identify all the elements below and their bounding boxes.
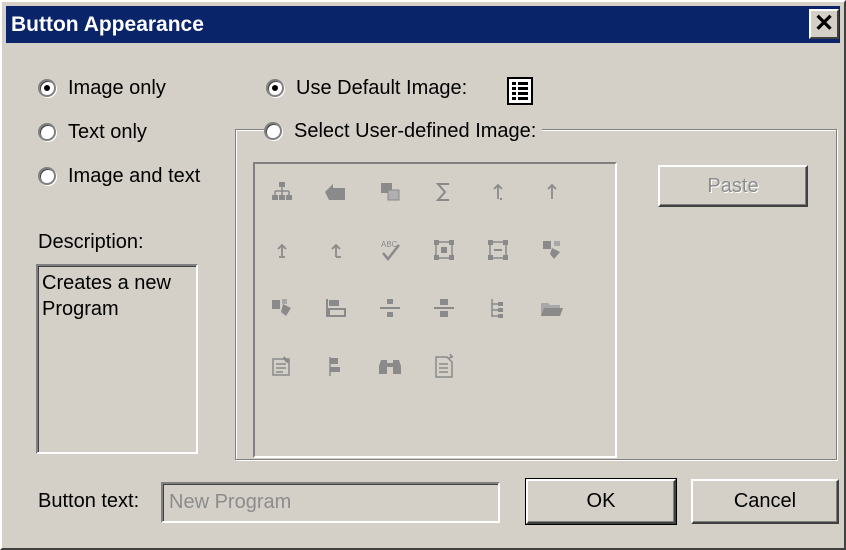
up-arrow-small-icon[interactable] bbox=[480, 174, 516, 210]
radio-label: Text only bbox=[68, 120, 147, 143]
up-arrow-step2-icon[interactable] bbox=[318, 232, 354, 268]
title-bar[interactable]: Button Appearance ✕ bbox=[6, 6, 840, 43]
select-frame-icon[interactable] bbox=[426, 232, 462, 268]
shapes-icon[interactable] bbox=[534, 232, 570, 268]
radio-label: Image and text bbox=[68, 164, 201, 187]
program-list-icon bbox=[507, 77, 533, 105]
open-folder-icon[interactable] bbox=[534, 290, 570, 326]
flags-icon[interactable] bbox=[318, 348, 354, 384]
icon-grid: ABC bbox=[264, 174, 588, 406]
button-appearance-dialog: Button Appearance ✕ Image only Text only… bbox=[0, 0, 846, 550]
cancel-button[interactable]: Cancel bbox=[691, 479, 839, 524]
radio-text-only[interactable]: Text only bbox=[38, 118, 147, 146]
radio-button-icon[interactable] bbox=[38, 79, 56, 97]
radio-label: Select User-defined Image: bbox=[294, 119, 537, 142]
button-text-input[interactable] bbox=[161, 482, 500, 523]
spell-check-icon[interactable]: ABC bbox=[372, 232, 408, 268]
shapes2-icon[interactable] bbox=[264, 290, 300, 326]
sum-icon[interactable] bbox=[426, 174, 462, 210]
close-icon: ✕ bbox=[813, 10, 835, 37]
distribute-vertical-icon[interactable] bbox=[372, 290, 408, 326]
properties-icon[interactable] bbox=[264, 348, 300, 384]
button-text-label: Button text: bbox=[38, 490, 140, 512]
description-label: Description: bbox=[38, 231, 144, 253]
hierarchy-icon[interactable] bbox=[264, 174, 300, 210]
new-document-icon[interactable] bbox=[426, 348, 462, 384]
tree-icon[interactable] bbox=[480, 290, 516, 326]
copy-layers-icon[interactable] bbox=[372, 174, 408, 210]
close-button[interactable]: ✕ bbox=[809, 9, 839, 39]
radio-use-default-image[interactable]: Use Default Image: bbox=[266, 74, 467, 102]
arrow-icon[interactable] bbox=[318, 174, 354, 210]
up-arrow-step-icon[interactable] bbox=[264, 232, 300, 268]
binoculars-icon[interactable] bbox=[372, 348, 408, 384]
window-title: Button Appearance bbox=[11, 12, 204, 36]
distribute-vertical2-icon[interactable] bbox=[426, 290, 462, 326]
radio-button-icon[interactable] bbox=[38, 167, 56, 185]
align-icon[interactable] bbox=[318, 290, 354, 326]
svg-text:ABC: ABC bbox=[381, 240, 398, 249]
description-box: Creates a new Program bbox=[36, 264, 198, 454]
radio-image-only[interactable]: Image only bbox=[38, 74, 166, 102]
paste-button[interactable]: Paste bbox=[658, 165, 808, 207]
radio-button-icon[interactable] bbox=[266, 79, 284, 97]
ok-button[interactable]: OK bbox=[525, 478, 677, 525]
radio-label: Image only bbox=[68, 76, 166, 99]
radio-image-and-text[interactable]: Image and text bbox=[38, 162, 200, 190]
radio-button-icon[interactable] bbox=[264, 122, 282, 140]
radio-label: Use Default Image: bbox=[296, 76, 468, 99]
select-frame2-icon[interactable] bbox=[480, 232, 516, 268]
radio-button-icon[interactable] bbox=[38, 123, 56, 141]
radio-select-user-defined-image[interactable]: Select User-defined Image: bbox=[264, 117, 543, 145]
up-arrow-icon[interactable] bbox=[534, 174, 570, 210]
